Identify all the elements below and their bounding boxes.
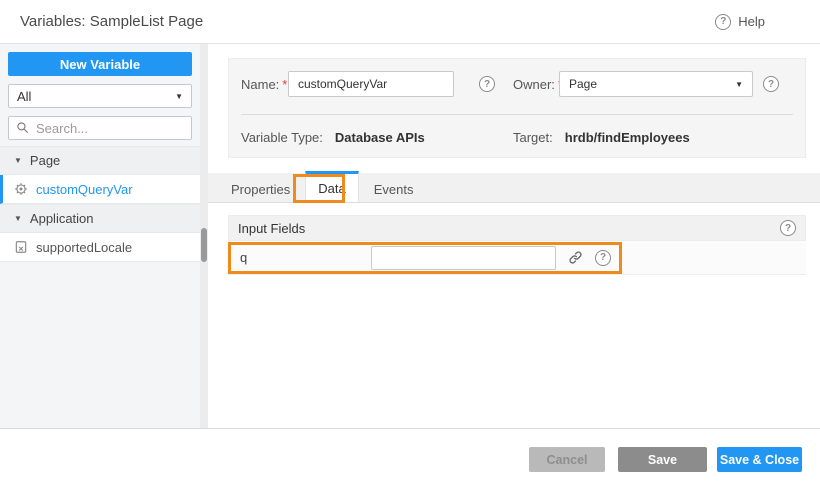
tree-item-supportedlocale[interactable]: supportedLocale	[0, 233, 200, 262]
tree-item-label: customQueryVar	[36, 182, 133, 197]
variable-filter-value: All	[17, 89, 31, 104]
input-fields-help-icon[interactable]: ?	[780, 220, 796, 236]
variable-filter-select[interactable]: All ▼	[8, 84, 192, 108]
variable-summary-card: Name:* ? Owner:* Page ▼ ? Variable Type:…	[228, 58, 806, 158]
tree-item-customqueryvar[interactable]: customQueryVar	[0, 175, 200, 204]
help-label: Help	[738, 14, 765, 29]
target-label: Target:	[513, 130, 553, 145]
owner-select[interactable]: Page ▼	[559, 71, 753, 97]
owner-label: Owner:*	[513, 77, 563, 92]
help-link[interactable]: ? Help	[715, 14, 765, 30]
scrollbar-thumb[interactable]	[201, 228, 207, 262]
chevron-down-icon: ▼	[735, 80, 743, 89]
collapse-triangle-icon: ▼	[14, 214, 22, 223]
input-field-row-q: q ?	[228, 241, 806, 275]
dialog-footer: Cancel Save Save & Close	[0, 429, 820, 489]
collapse-triangle-icon: ▼	[14, 156, 22, 165]
service-variable-icon	[14, 182, 28, 196]
card-divider	[241, 114, 793, 115]
tree-group-label: Application	[30, 211, 94, 226]
detail-tabs: Properties Data Events	[208, 173, 820, 203]
sidebar-scrollbar[interactable]	[200, 44, 208, 429]
tab-data[interactable]: Data	[305, 171, 358, 202]
tree-item-label: supportedLocale	[36, 240, 132, 255]
page-title: Variables: SampleList Page	[20, 13, 203, 30]
name-field[interactable]	[288, 71, 454, 97]
new-variable-button[interactable]: New Variable	[8, 52, 192, 76]
variable-detail-panel: Name:* ? Owner:* Page ▼ ? Variable Type:…	[208, 44, 820, 429]
input-fields-title: Input Fields	[238, 221, 305, 236]
save-button[interactable]: Save	[618, 447, 707, 472]
target-value: hrdb/findEmployees	[565, 130, 690, 145]
name-label: Name:*	[241, 77, 287, 92]
tab-events[interactable]: Events	[359, 173, 429, 202]
variable-type-label: Variable Type:	[241, 130, 323, 145]
owner-help-icon[interactable]: ?	[763, 76, 779, 92]
owner-value: Page	[569, 77, 597, 91]
required-asterisk: *	[282, 77, 287, 92]
tab-properties[interactable]: Properties	[216, 173, 305, 202]
search-icon	[16, 121, 30, 135]
static-variable-icon	[14, 240, 28, 254]
chevron-down-icon: ▼	[175, 92, 183, 101]
variables-sidebar: New Variable All ▼ ▼ Page	[0, 44, 200, 429]
dialog-header: Variables: SampleList Page ? Help	[0, 0, 820, 44]
bind-link-icon[interactable]	[564, 247, 586, 269]
help-icon: ?	[715, 14, 731, 30]
cancel-button[interactable]: Cancel	[529, 447, 605, 472]
tree-group-page[interactable]: ▼ Page	[0, 146, 200, 175]
name-help-icon[interactable]: ?	[479, 76, 495, 92]
field-label-q: q	[240, 250, 371, 265]
field-input-q[interactable]	[371, 246, 556, 270]
field-help-icon[interactable]: ?	[595, 250, 611, 266]
tree-group-label: Page	[30, 153, 60, 168]
variables-tree: ▼ Page customQueryVar ▼ Appl	[0, 146, 200, 262]
save-and-close-button[interactable]: Save & Close	[717, 447, 802, 472]
tree-group-application[interactable]: ▼ Application	[0, 204, 200, 233]
input-fields-header: Input Fields ?	[228, 215, 806, 241]
search-input[interactable]	[36, 121, 184, 136]
variable-search[interactable]	[8, 116, 192, 140]
variable-type-value: Database APIs	[335, 130, 425, 145]
